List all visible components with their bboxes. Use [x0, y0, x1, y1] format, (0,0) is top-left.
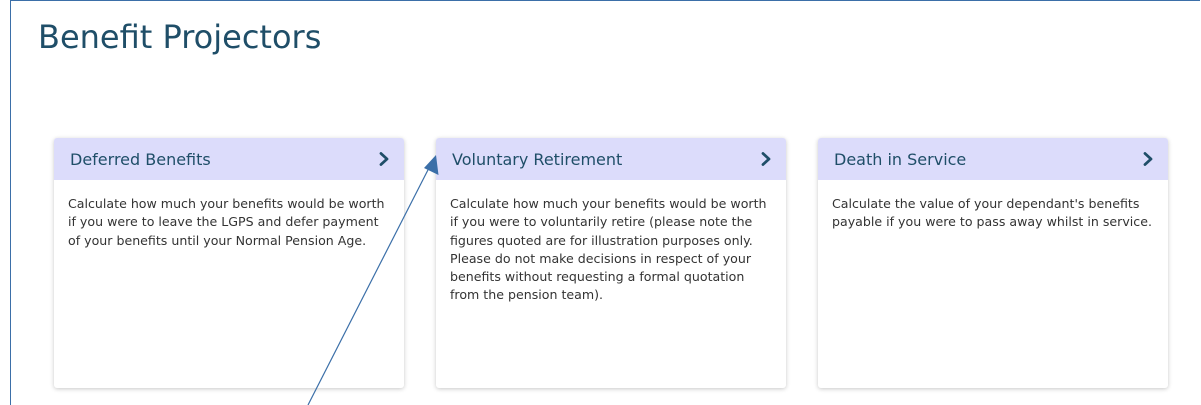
chevron-right-icon[interactable]: [376, 151, 392, 167]
death-in-service-card[interactable]: Death in Service Calculate the value of …: [818, 138, 1168, 388]
card-header[interactable]: Death in Service: [818, 138, 1168, 180]
card-title: Voluntary Retirement: [452, 149, 623, 169]
deferred-benefits-card[interactable]: Deferred Benefits Calculate how much you…: [54, 138, 404, 388]
page-title: Benefit Projectors: [38, 18, 322, 56]
card-title: Deferred Benefits: [70, 149, 211, 169]
card-header[interactable]: Voluntary Retirement: [436, 138, 786, 180]
voluntary-retirement-card[interactable]: Voluntary Retirement Calculate how much …: [436, 138, 786, 388]
chevron-right-icon[interactable]: [1140, 151, 1156, 167]
chevron-right-icon[interactable]: [758, 151, 774, 167]
card-description: Calculate how much your benefits would b…: [68, 196, 385, 248]
card-description: Calculate the value of your dependant's …: [832, 196, 1152, 230]
card-description: Calculate how much your benefits would b…: [450, 196, 767, 303]
card-header[interactable]: Deferred Benefits: [54, 138, 404, 180]
card-title: Death in Service: [834, 149, 967, 169]
